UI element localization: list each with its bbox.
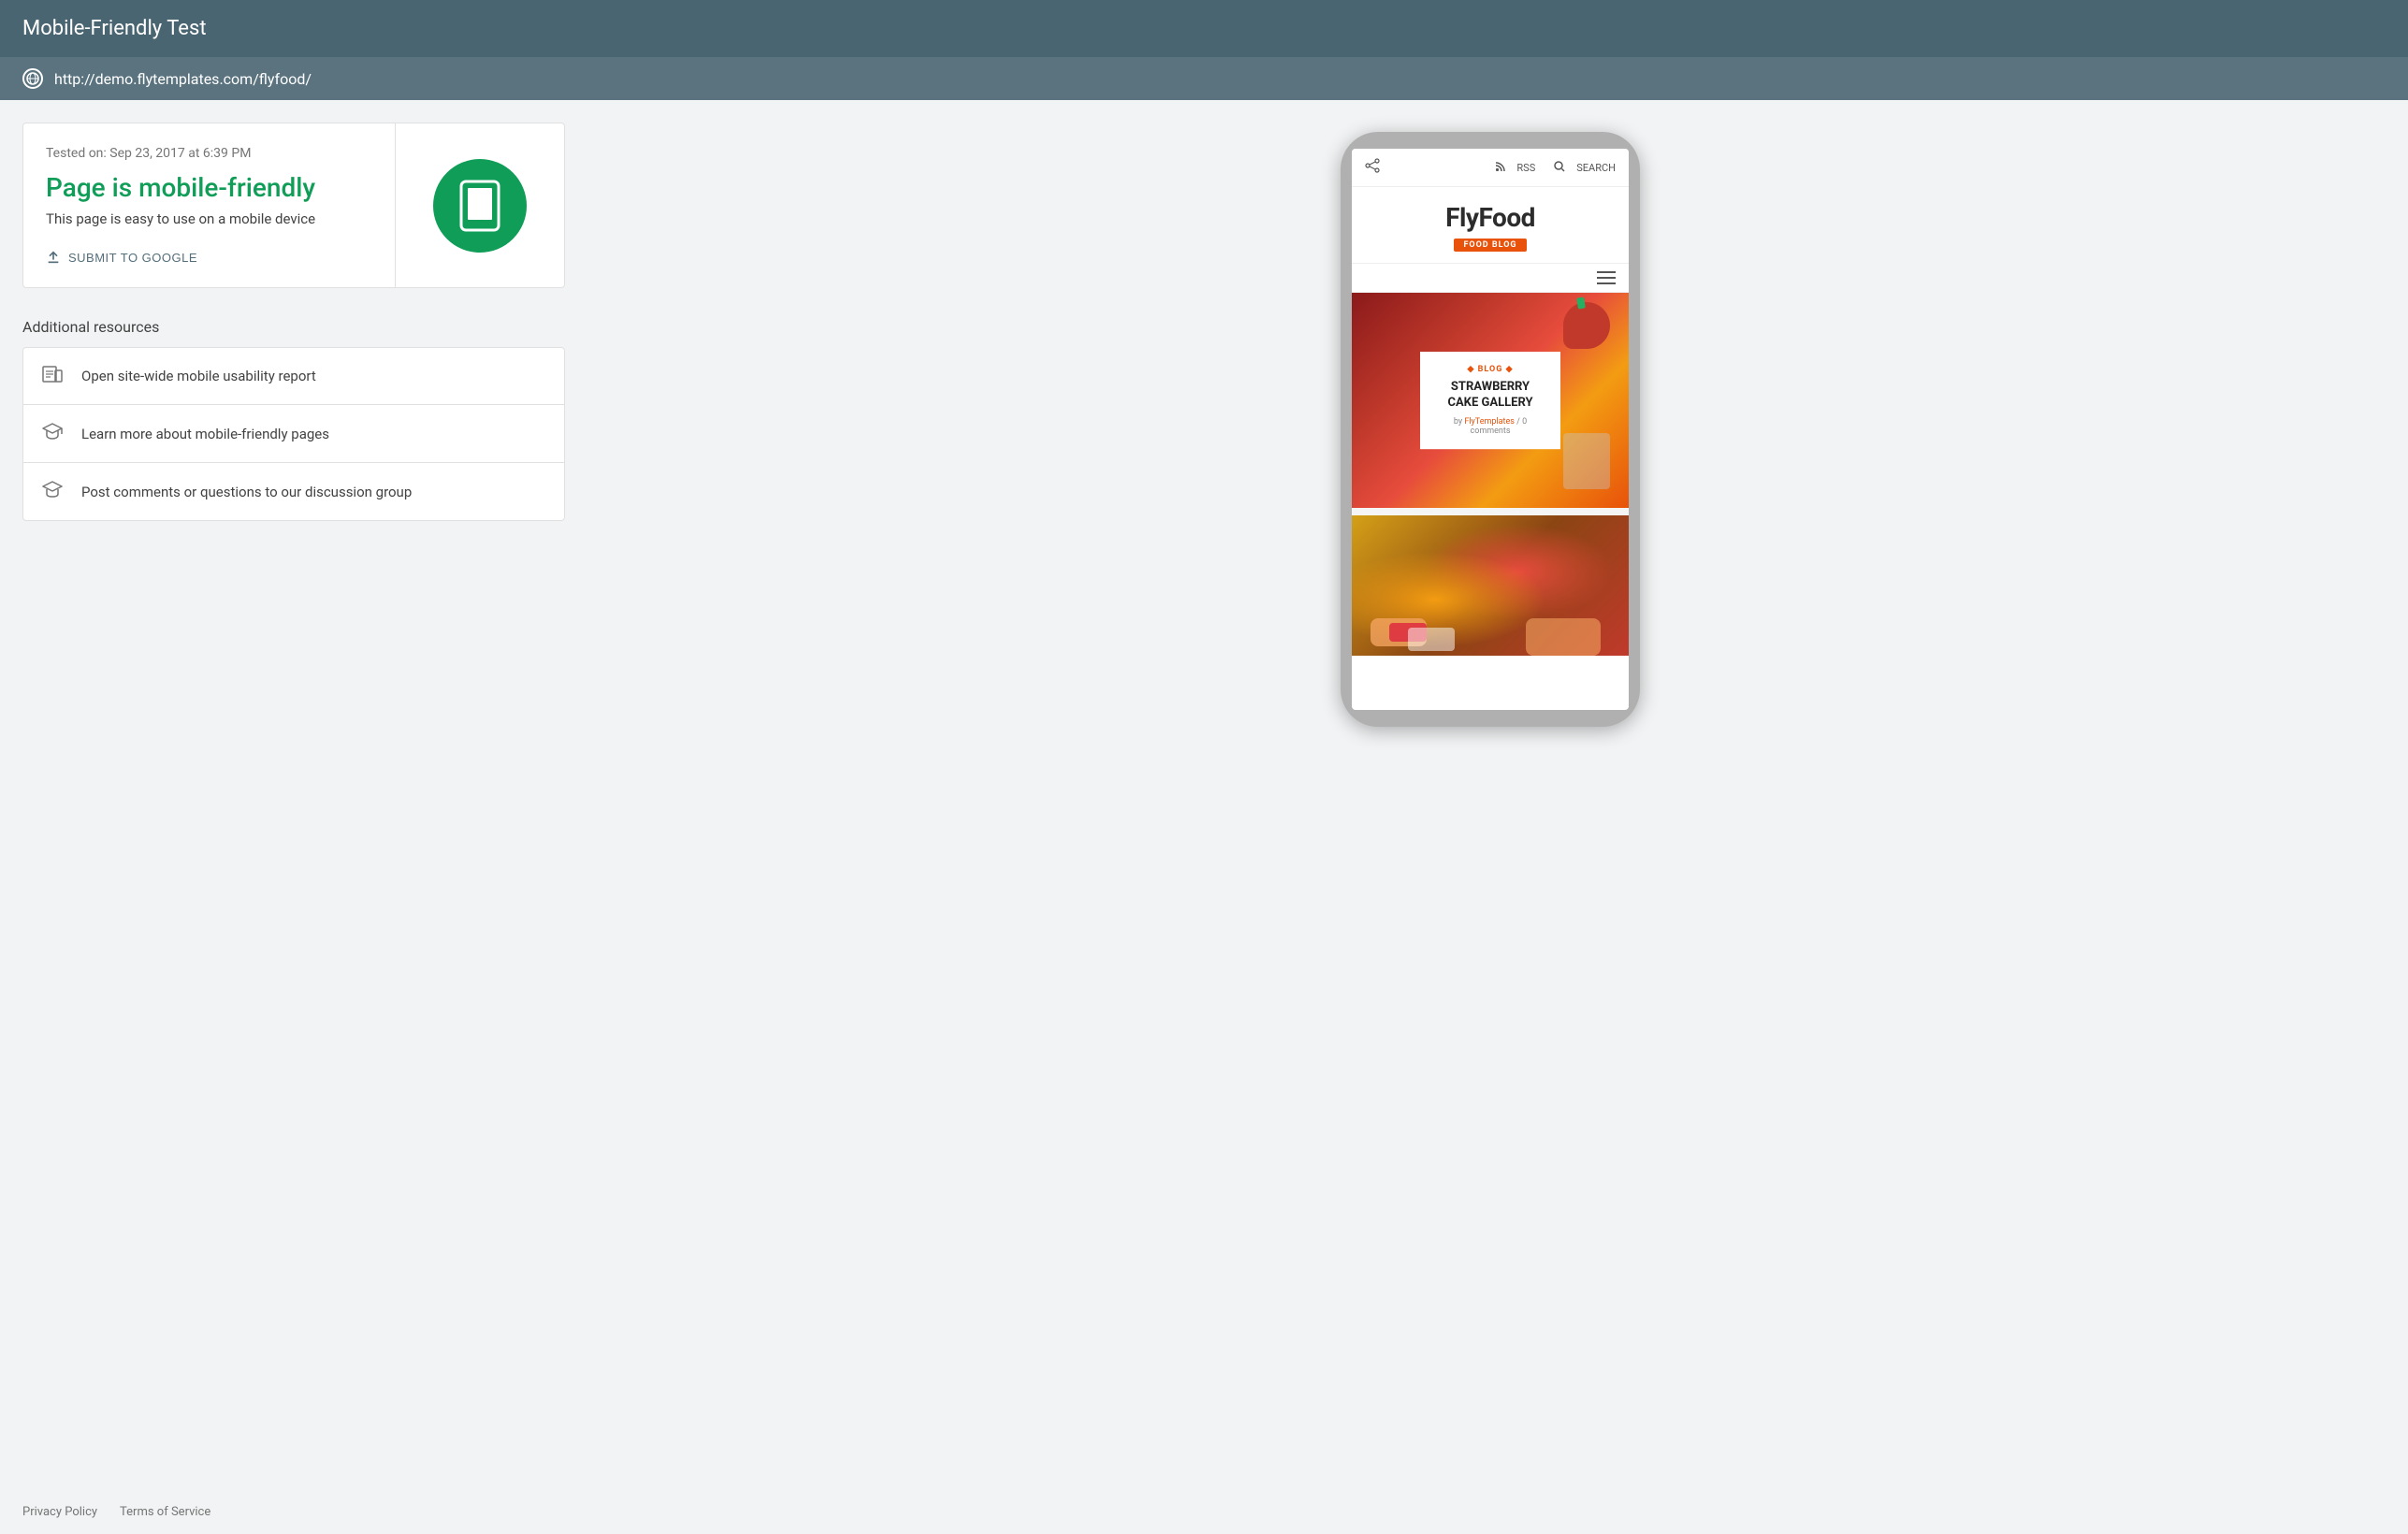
resource-label-report: Open site-wide mobile usability report [81,368,316,384]
phone-mockup: RSS SEARCH FlyFood FOOD BLOG [1341,132,1640,727]
submit-label: SUBMIT TO GOOGLE [68,251,197,265]
card-divider [1352,508,1629,515]
rss-icon [1496,162,1505,174]
site-header: RSS SEARCH [1352,149,1629,187]
result-card: Tested on: Sep 23, 2017 at 6:39 PM Page … [22,123,565,288]
site-logo-name: FlyFood [1361,202,1619,233]
header-icons: RSS SEARCH [1496,161,1616,175]
blog-card-2 [1352,515,1629,656]
additional-resources: Additional resources Open site-wide mobi… [22,318,565,521]
url-bar: http://demo.flytemplates.com/flyfood/ [0,57,2408,100]
footer: Privacy Policy Terms of Service [0,1490,233,1534]
app-title-bar: Mobile-Friendly Test [0,0,2408,57]
resource-label-discuss: Post comments or questions to our discus… [81,484,412,500]
resources-heading: Additional resources [22,318,565,336]
privacy-policy-link[interactable]: Privacy Policy [22,1505,97,1519]
discuss-icon [42,480,63,503]
app-title: Mobile-Friendly Test [22,17,207,40]
blog-image-sushi [1352,515,1629,656]
resource-label-learn: Learn more about mobile-friendly pages [81,426,329,442]
globe-icon [22,68,43,89]
blog-image-strawberry: BLOG STRAWBERRY CAKE GALLERY by FlyTempl… [1352,293,1629,508]
search-icon [1554,161,1565,175]
left-panel: Tested on: Sep 23, 2017 at 6:39 PM Page … [22,123,565,727]
blog-post-title: STRAWBERRY CAKE GALLERY [1437,380,1544,412]
submit-to-google-button[interactable]: SUBMIT TO GOOGLE [46,250,197,265]
right-panel: RSS SEARCH FlyFood FOOD BLOG [595,123,2386,727]
resources-list: Open site-wide mobile usability report L… [22,347,565,521]
hamburger-menu[interactable] [1597,271,1616,284]
site-logo-area: FlyFood FOOD BLOG [1352,187,1629,264]
phone-screen-area: RSS SEARCH FlyFood FOOD BLOG [1352,149,1629,710]
search-label: SEARCH [1576,162,1616,174]
share-icon [1365,158,1380,177]
resource-item-discuss[interactable]: Post comments or questions to our discus… [23,463,564,520]
resource-item-learn[interactable]: Learn more about mobile-friendly pages [23,405,564,463]
blog-card-1: BLOG STRAWBERRY CAKE GALLERY by FlyTempl… [1352,293,1629,508]
terms-of-service-link[interactable]: Terms of Service [120,1505,210,1519]
report-icon [42,365,63,387]
url-text: http://demo.flytemplates.com/flyfood/ [54,70,312,88]
tested-on-text: Tested on: Sep 23, 2017 at 6:39 PM [46,146,372,161]
main-content: Tested on: Sep 23, 2017 at 6:39 PM Page … [0,100,2408,749]
blog-category: BLOG [1437,365,1544,374]
rss-label: RSS [1516,162,1535,174]
hamburger-row [1352,264,1629,293]
mobile-friendly-title: Page is mobile-friendly [46,172,372,203]
blog-meta: by FlyTemplates / 0 comments [1437,417,1544,436]
blog-author: FlyTemplates [1464,417,1515,427]
sushi-bg [1352,515,1629,656]
site-tagline: FOOD BLOG [1454,239,1526,252]
mobile-friendly-icon [433,159,527,253]
mobile-friendly-desc: This page is easy to use on a mobile dev… [46,210,372,227]
result-main: Tested on: Sep 23, 2017 at 6:39 PM Page … [23,123,396,287]
blog-overlay: BLOG STRAWBERRY CAKE GALLERY by FlyTempl… [1420,352,1560,449]
result-icon-area [396,123,564,287]
learn-icon [42,422,63,445]
resource-item-report[interactable]: Open site-wide mobile usability report [23,348,564,405]
